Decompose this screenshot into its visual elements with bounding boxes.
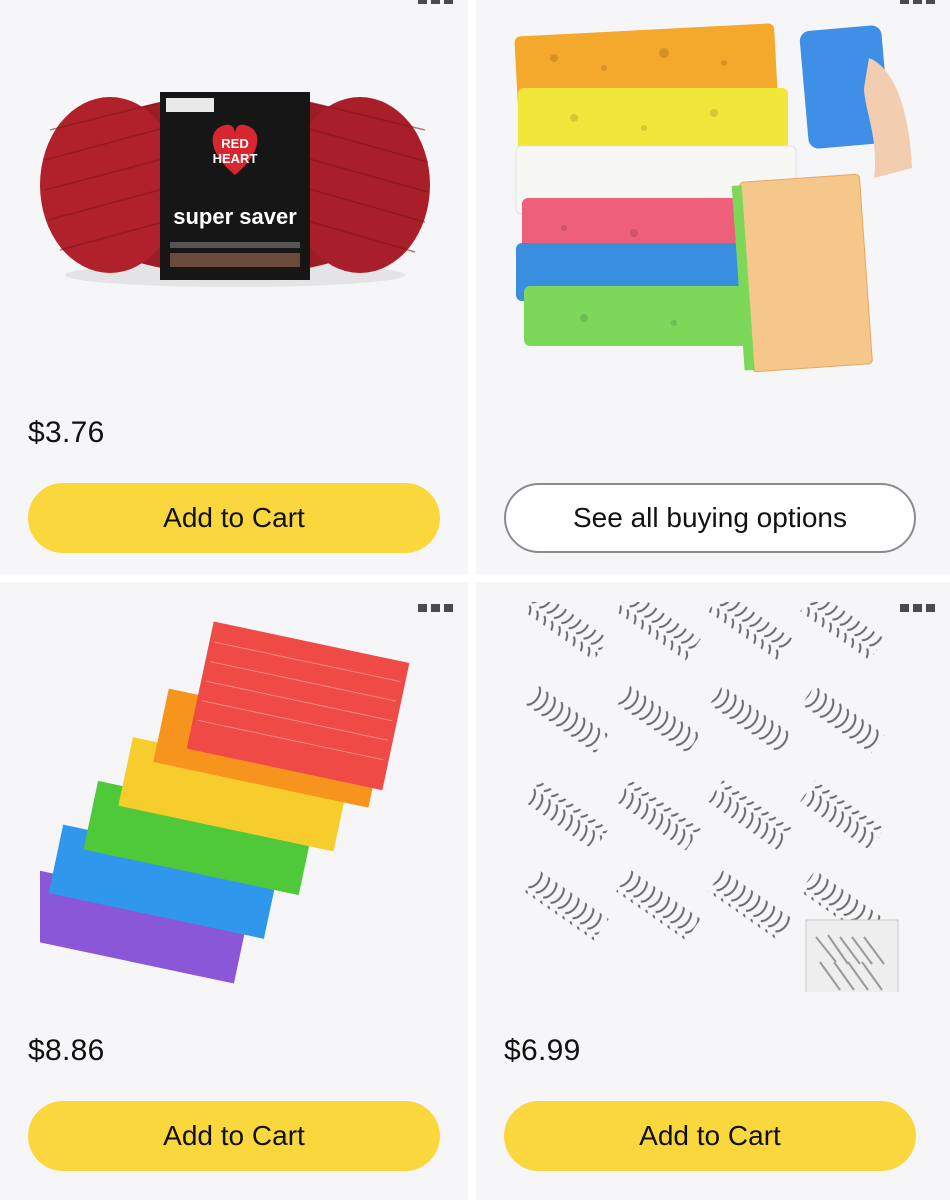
product-grid: RED HEART super saver $3.76 Add to Cart xyxy=(0,0,950,1200)
add-to-cart-button-springs[interactable]: Add to Cart xyxy=(504,1101,916,1171)
product-card-index-cards[interactable]: $8.86 Add to Cart xyxy=(0,582,468,1200)
more-options-icon[interactable] xyxy=(900,0,938,6)
product-card-sponges[interactable]: See all buying options xyxy=(476,0,950,574)
product-image-sponges[interactable] xyxy=(514,18,914,378)
product-card-springs[interactable]: $6.99 Add to Cart xyxy=(476,582,950,1200)
price-springs: $6.99 xyxy=(504,1034,581,1067)
add-to-cart-button-index-cards[interactable]: Add to Cart xyxy=(28,1101,440,1171)
product-card-yarn[interactable]: RED HEART super saver $3.76 Add to Cart xyxy=(0,0,468,574)
more-options-icon[interactable] xyxy=(418,0,456,6)
price-yarn: $3.76 xyxy=(28,416,105,449)
price-index-cards: $8.86 xyxy=(28,1034,105,1067)
product-image-index-cards[interactable] xyxy=(40,610,430,1010)
product-image-yarn[interactable]: RED HEART super saver xyxy=(30,70,440,300)
product-image-springs[interactable] xyxy=(524,602,914,992)
see-all-buying-options-button[interactable]: See all buying options xyxy=(504,483,916,553)
yarn-brand-line2: HEART xyxy=(213,151,258,166)
yarn-brand-line1: RED xyxy=(221,136,248,151)
yarn-product-name: super saver xyxy=(173,204,297,229)
add-to-cart-button-yarn[interactable]: Add to Cart xyxy=(28,483,440,553)
